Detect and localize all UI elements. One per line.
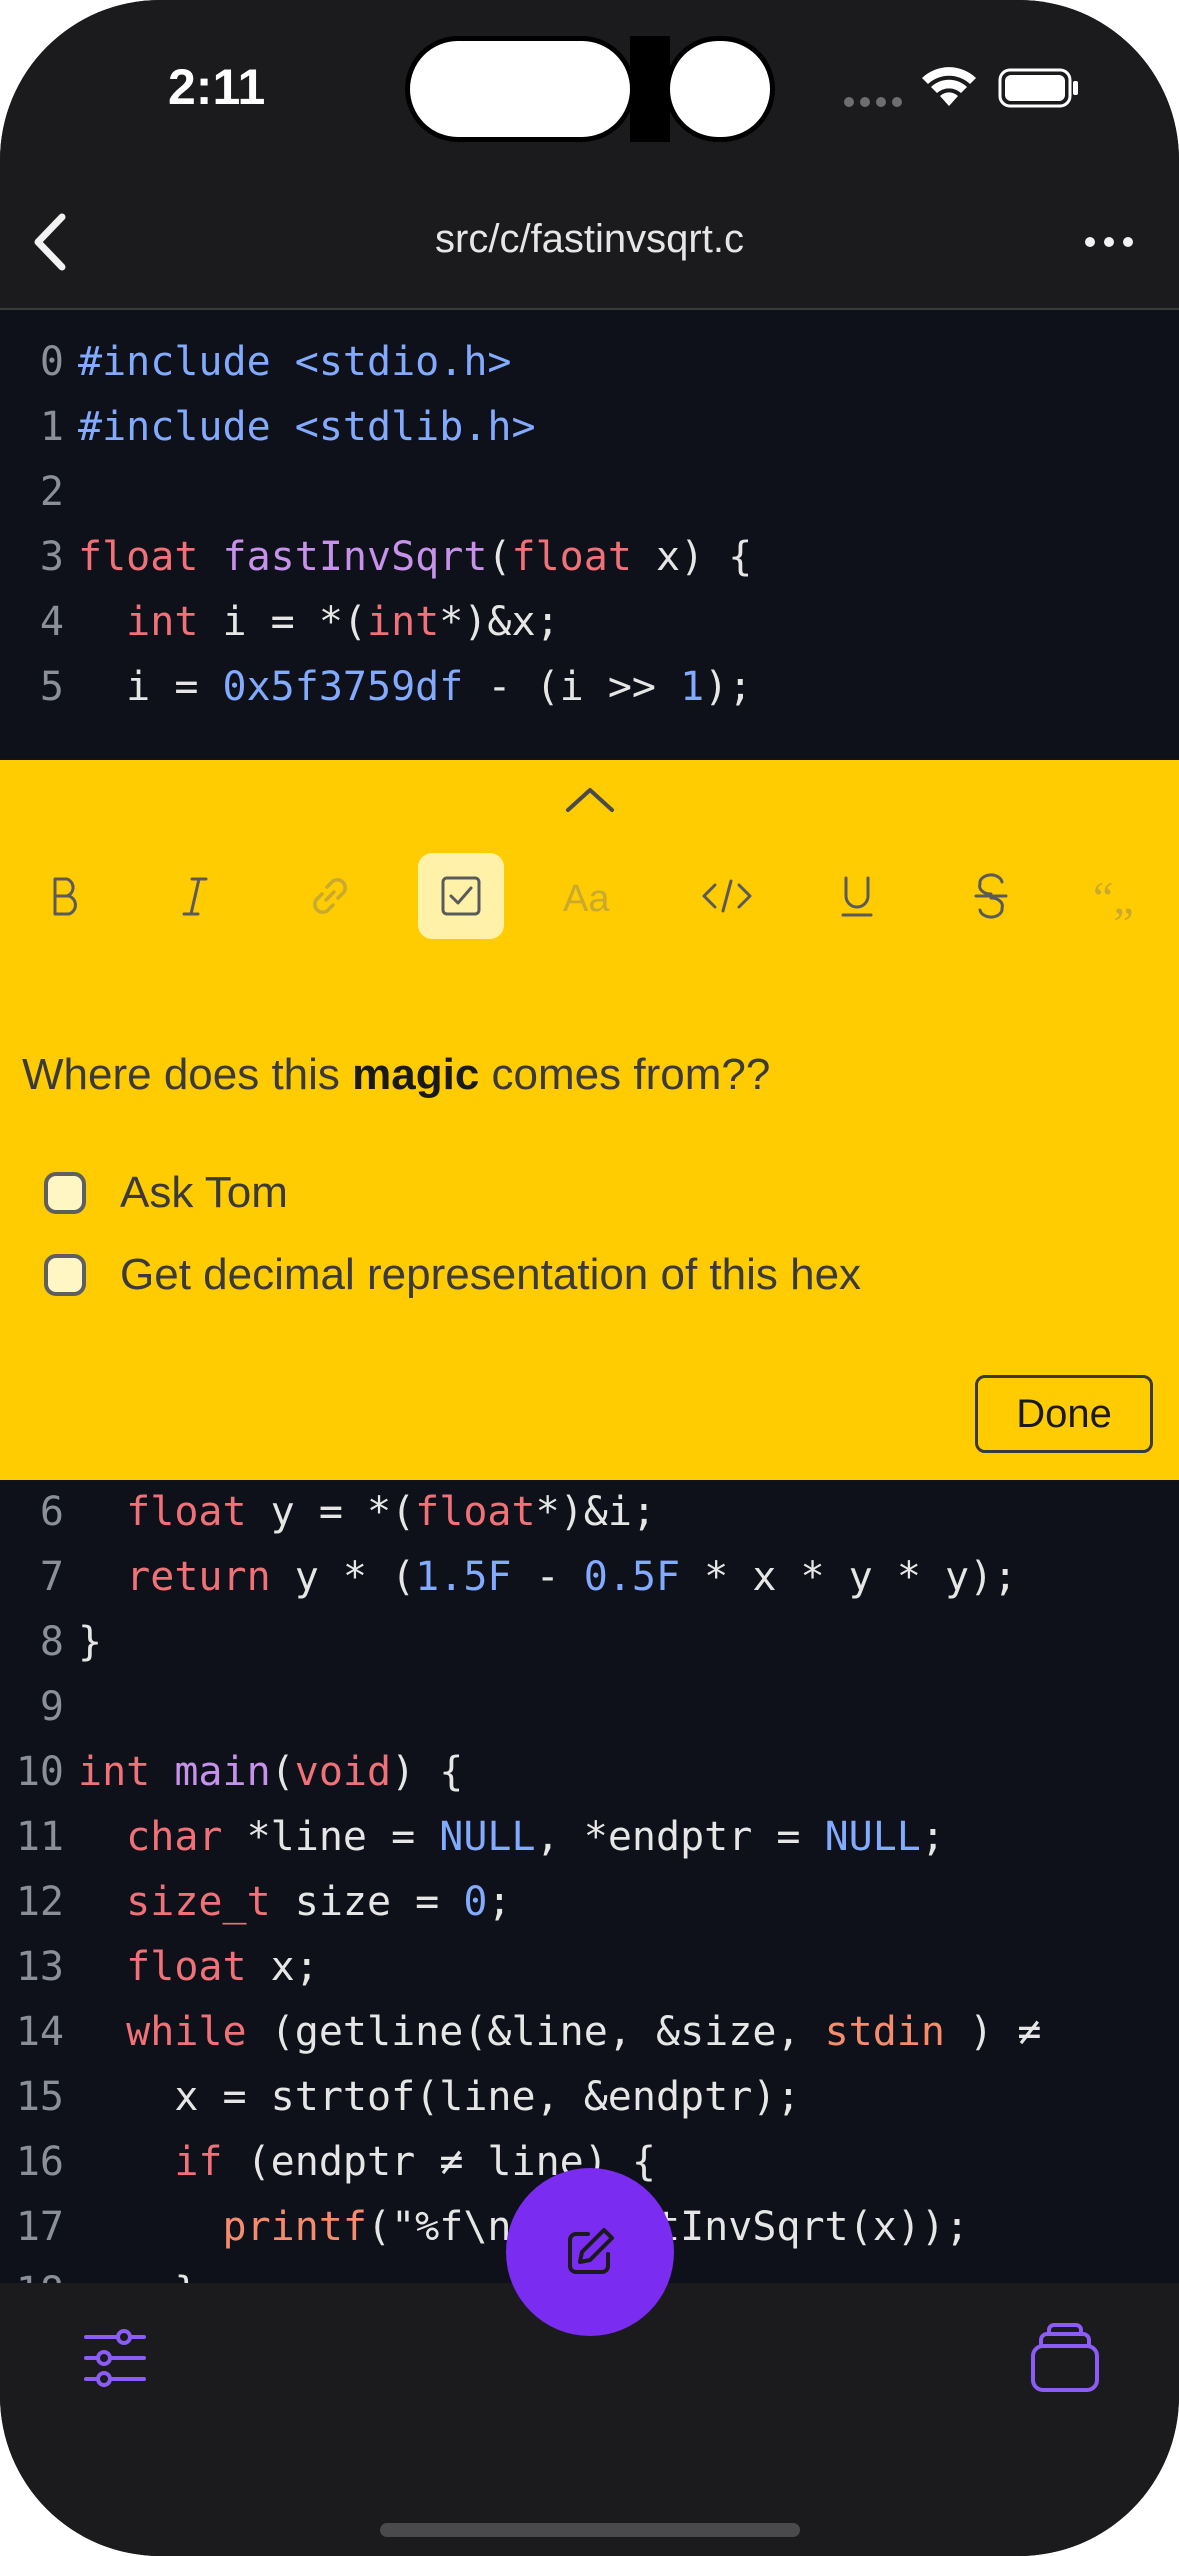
code-text: size_t size = 0; (126, 1879, 512, 1925)
phone-screen: 2:11 src/c/fastinvsqrt.c 0 #include <stdi… (0, 0, 1179, 2556)
line-number: 12 (15, 1879, 64, 1925)
code-text: } (78, 1619, 103, 1665)
file-path-title: src/c/fastinvsqrt.c (435, 217, 744, 261)
dynamic-island-pill (405, 36, 635, 142)
annotation-sheet: Aa “„ Where does this magic comes from?? (0, 760, 1179, 1480)
done-button[interactable]: Done (975, 1375, 1153, 1453)
link-icon (313, 878, 347, 914)
code-text: while (getline(&line, &size, stdin ) ≠ (126, 2009, 1042, 2055)
status-bar: 2:11 (0, 0, 1179, 175)
wifi-icon (922, 67, 976, 106)
line-number: 18 (0, 2260, 64, 2283)
code-text: int i = *(int*)&x; (126, 599, 560, 645)
cellular-signal-icon (844, 97, 902, 107)
text-style-button[interactable]: Aa (551, 853, 637, 939)
line-number: 0 (39, 339, 64, 385)
bold-icon (53, 877, 77, 916)
italic-icon (182, 877, 208, 916)
strikethrough-icon (974, 873, 1008, 919)
home-indicator (380, 2523, 800, 2537)
pencil-square-icon (568, 2228, 614, 2274)
svg-text:“„: “„ (1093, 872, 1134, 921)
task-item: Get decimal representation of this hex (44, 1245, 861, 1305)
compose-button[interactable] (506, 2168, 674, 2336)
code-text: float y = *(float*)&i; (126, 1489, 657, 1535)
line-number: 4 (39, 599, 64, 645)
task-label: Get decimal representation of this hex (120, 1250, 862, 1299)
bold-button[interactable] (22, 853, 108, 939)
line-number: 7 (39, 1554, 64, 1600)
chevron-up-icon[interactable] (560, 780, 620, 820)
dynamic-island-bridge (630, 36, 670, 142)
line-number: 10 (15, 1749, 64, 1795)
note-text[interactable]: Where does this magic comes from?? (22, 1050, 770, 1100)
code-text: #include <stdio.h> (78, 339, 512, 385)
code-text: float fastInvSqrt(float x) { (78, 534, 753, 580)
code-text: #include <stdlib.h> (78, 404, 536, 450)
code-editor-bottom[interactable]: 6 float y = *(float*)&i; 7 return y * (1.… (0, 1480, 1179, 2283)
line-number: 3 (39, 534, 64, 580)
line-number: 5 (39, 664, 64, 710)
line-number: 2 (39, 469, 64, 515)
line-number: 14 (15, 2009, 64, 2055)
link-button[interactable] (287, 853, 373, 939)
line-number: 9 (39, 1684, 64, 1730)
quote-icon: “„ (1093, 872, 1134, 921)
line-number: 8 (39, 1619, 64, 1665)
code-editor-top[interactable]: 0 #include <stdio.h> 1 #include <stdlib.h> 2… (0, 310, 1179, 760)
battery-icon (998, 68, 1078, 108)
task-item: Ask Tom (44, 1163, 288, 1223)
text-style-icon: Aa (563, 878, 610, 920)
status-time: 2:11 (168, 59, 266, 115)
checklist-button[interactable] (418, 853, 504, 939)
task-label: Ask Tom (120, 1168, 288, 1217)
svg-text:Aa: Aa (563, 878, 610, 920)
quote-button[interactable]: “„ (1078, 853, 1164, 939)
underline-button[interactable] (814, 853, 900, 939)
code-text: int main(void) { (78, 1749, 464, 1795)
task-checkbox[interactable] (44, 1172, 86, 1214)
line-number: 1 (39, 404, 64, 450)
strikethrough-button[interactable] (948, 853, 1034, 939)
checklist-icon (441, 876, 481, 916)
task-checkbox[interactable] (44, 1254, 86, 1296)
code-text: i = 0x5f3759df - (i >> 1); (78, 664, 753, 710)
line-number: 17 (15, 2204, 64, 2250)
code-text: x = strtof(line, &endptr); (78, 2074, 801, 2120)
code-button[interactable] (684, 853, 770, 939)
italic-button[interactable] (152, 853, 238, 939)
code-icon (702, 879, 752, 913)
dynamic-island-camera (665, 36, 775, 142)
line-number: 13 (15, 1944, 64, 1990)
more-options-icon[interactable] (1070, 205, 1150, 280)
navigation-bar: src/c/fastinvsqrt.c (0, 175, 1179, 310)
line-number: 6 (39, 1489, 64, 1535)
line-number: 15 (15, 2074, 64, 2120)
line-number: 11 (15, 1814, 64, 1860)
code-text: float x; (126, 1944, 319, 1990)
line-number: 16 (15, 2139, 64, 2185)
code-text: return y * (1.5F - 0.5F * x * y * y); (126, 1554, 1018, 1600)
stack-icon[interactable] (1025, 2318, 1105, 2398)
code-text: } (78, 2260, 198, 2283)
sliders-icon[interactable] (80, 2323, 150, 2393)
underline-icon (841, 876, 873, 917)
code-text: char *line = NULL, *endptr = NULL; (126, 1814, 945, 1860)
